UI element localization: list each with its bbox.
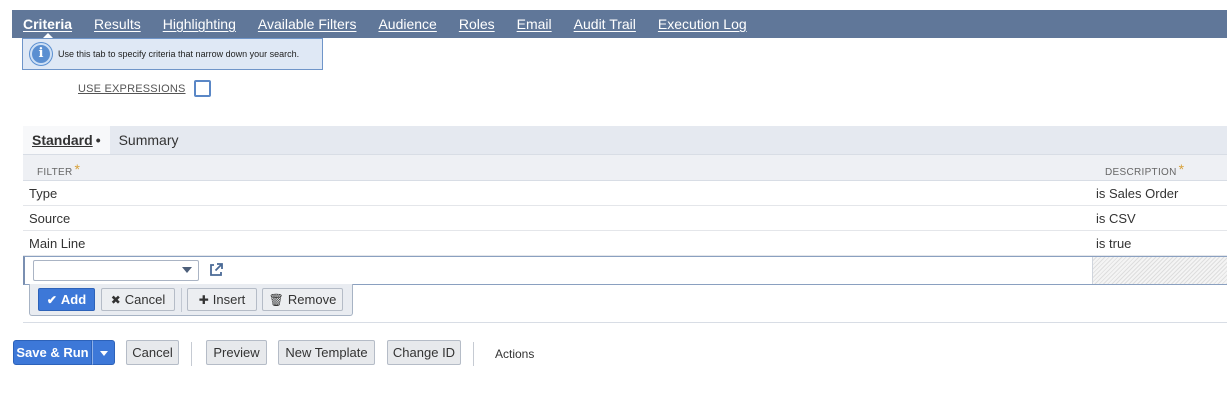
change-id-button[interactable]: Change ID [387,340,461,365]
divider [473,342,474,366]
use-expressions-label[interactable]: USE EXPRESSIONS [78,83,186,95]
close-icon: ✖ [110,292,121,307]
cancel-row-button-label: Cancel [124,292,166,307]
criteria-subtabs: Standard • Summary [23,126,1227,154]
info-icon: i [30,43,52,65]
tab-highlighting[interactable]: Highlighting [152,10,247,38]
filter-header-label: FILTER [37,167,73,178]
use-expressions-field: USE EXPRESSIONS [78,80,211,97]
trash-icon: 🗑 [268,292,284,307]
filter-cell: Type [29,186,58,201]
tab-audit-trail[interactable]: Audit Trail [563,10,647,38]
plus-icon: ✚ [198,292,209,307]
remove-button[interactable]: 🗑 Remove [262,288,343,311]
table-row[interactable]: Main Line is true [23,231,1227,256]
tooltip-text: Use this tab to specify criteria that na… [58,49,300,59]
open-popup-icon[interactable] [208,262,224,278]
tab-available-filters[interactable]: Available Filters [247,10,368,38]
chevron-down-icon [100,351,108,356]
divider [181,288,182,312]
save-run-button-group: Save & Run [13,340,115,365]
filter-column-header: FILTER * [37,161,81,178]
subtab-standard-label: Standard [32,132,93,148]
row-action-bar: ✔ Add ✖ Cancel ✚ Insert 🗑 Remove [29,284,353,316]
search-tab-bar: Criteria Results Highlighting Available … [12,10,1227,38]
criteria-panel: Standard • Summary FILTER * DESCRIPTION * T… [23,126,1227,323]
chevron-down-icon [182,267,192,273]
tab-audience[interactable]: Audience [367,10,447,38]
add-button-label: Add [60,292,87,307]
required-marker: * [1178,161,1185,177]
description-column-header: DESCRIPTION * [1105,161,1185,178]
filter-select[interactable] [33,260,199,281]
add-button[interactable]: ✔ Add [38,288,95,311]
tab-execution-log[interactable]: Execution Log [647,10,758,38]
required-marker: * [74,161,81,177]
subtab-standard-marker: • [95,132,101,148]
divider [191,342,192,366]
use-expressions-checkbox[interactable] [193,80,211,97]
preview-button[interactable]: Preview [206,340,267,365]
save-run-button[interactable]: Save & Run [13,340,92,365]
subtab-standard[interactable]: Standard • [23,126,110,154]
description-cell: is CSV [1096,211,1136,226]
subtab-summary[interactable]: Summary [110,126,188,154]
save-options-dropdown[interactable] [92,340,115,365]
description-cell-disabled [1092,257,1227,284]
new-template-button[interactable]: New Template [278,340,375,365]
criteria-help-tooltip: i Use this tab to specify criteria that … [22,38,323,70]
description-cell: is Sales Order [1096,186,1179,201]
table-row[interactable]: Source is CSV [23,206,1227,231]
filter-cell: Source [29,211,71,226]
filter-cell: Main Line [29,236,86,251]
tab-roles[interactable]: Roles [448,10,506,38]
remove-button-label: Remove [287,292,337,307]
table-row[interactable]: Type is Sales Order [23,181,1227,206]
insert-button-label: Insert [212,292,246,307]
tab-results[interactable]: Results [83,10,152,38]
criteria-grid-header: FILTER * DESCRIPTION * [23,154,1227,181]
description-cell: is true [1096,236,1132,251]
actions-menu[interactable]: Actions [495,347,534,361]
insert-button[interactable]: ✚ Insert [187,288,257,311]
tab-criteria[interactable]: Criteria [12,10,83,38]
cancel-button[interactable]: Cancel [126,340,179,365]
check-icon: ✔ [46,292,57,307]
new-filter-row [23,256,1227,285]
tab-email[interactable]: Email [506,10,563,38]
cancel-row-button[interactable]: ✖ Cancel [101,288,175,311]
description-header-label: DESCRIPTION [1105,167,1177,178]
